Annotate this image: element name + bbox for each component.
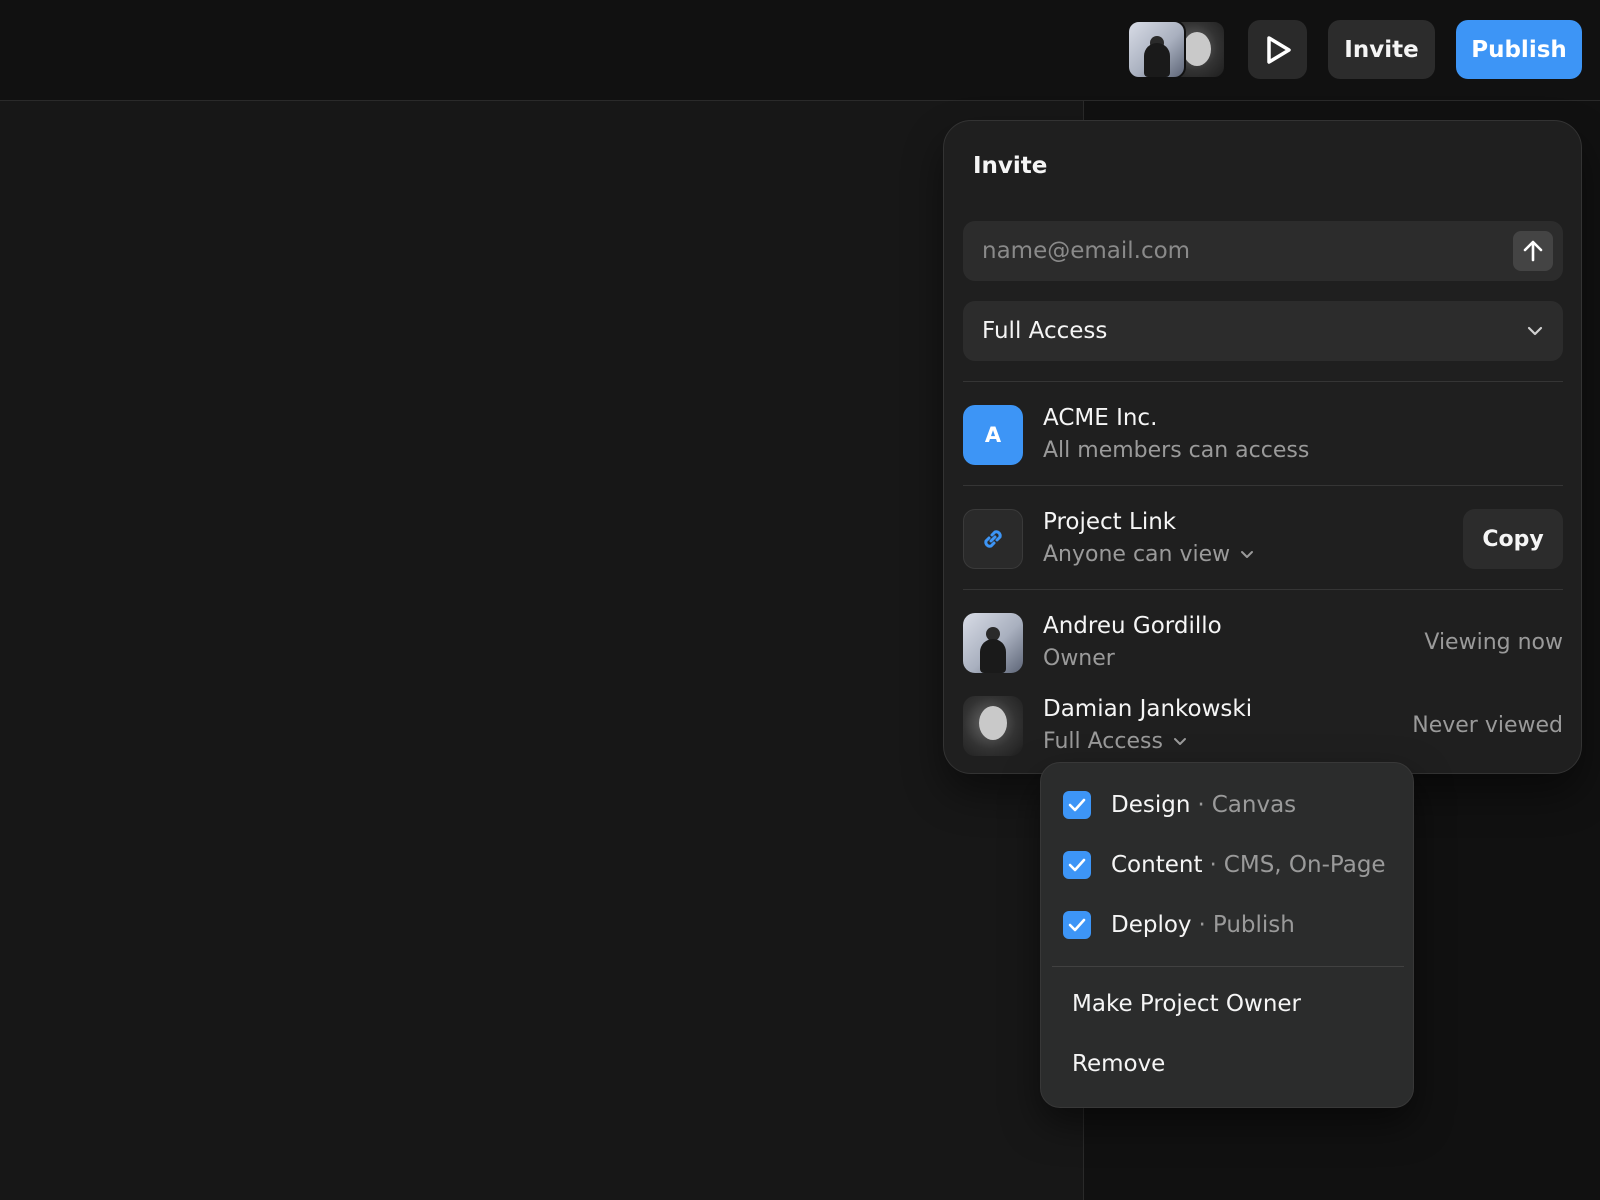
avatar-photo-figure bbox=[980, 639, 1006, 673]
option-separator: · bbox=[1209, 852, 1217, 878]
member-role-label: Owner bbox=[1043, 646, 1115, 671]
avatar[interactable] bbox=[1127, 20, 1186, 79]
avatar-photo-figure bbox=[1143, 43, 1170, 77]
member-status: Never viewed bbox=[1412, 713, 1563, 738]
option-detail: CMS, On-Page bbox=[1223, 852, 1386, 878]
project-link-row: Project Link Anyone can view Copy bbox=[963, 509, 1563, 569]
member-row: Andreu Gordillo Owner Viewing now bbox=[963, 613, 1563, 673]
divider bbox=[963, 485, 1563, 486]
member-name: Damian Jankowski bbox=[1043, 696, 1253, 722]
option-detail: Canvas bbox=[1211, 792, 1297, 818]
publish-button[interactable]: Publish bbox=[1456, 20, 1582, 79]
send-invite-button[interactable] bbox=[1513, 231, 1553, 271]
access-level-value: Full Access bbox=[982, 318, 1108, 344]
preview-button[interactable] bbox=[1248, 20, 1307, 79]
member-role-label: Full Access bbox=[1043, 729, 1163, 754]
organization-name: ACME Inc. bbox=[1043, 405, 1158, 431]
chevron-down-icon bbox=[1527, 326, 1543, 336]
option-label: Design bbox=[1111, 792, 1191, 818]
email-input[interactable] bbox=[982, 238, 1482, 264]
member-name: Andreu Gordillo bbox=[1043, 613, 1222, 639]
check-icon bbox=[1068, 858, 1086, 872]
member-status: Viewing now bbox=[1424, 630, 1563, 655]
email-field-container bbox=[963, 221, 1563, 281]
invite-popover: Invite Full Access A ACME Inc. All membe… bbox=[943, 120, 1582, 774]
menu-divider bbox=[1052, 966, 1404, 967]
check-icon bbox=[1068, 798, 1086, 812]
member-row: Damian Jankowski Full Access Never viewe… bbox=[963, 696, 1563, 756]
copy-link-button[interactable]: Copy bbox=[1463, 509, 1563, 569]
option-detail: Publish bbox=[1212, 912, 1295, 938]
organization-row: A ACME Inc. All members can access bbox=[963, 405, 1563, 465]
chevron-down-icon bbox=[1173, 737, 1186, 745]
project-link-title: Project Link bbox=[1043, 509, 1177, 535]
option-label: Deploy bbox=[1111, 912, 1192, 938]
permission-menu: Design · Canvas Content · CMS, On-Page D… bbox=[1040, 762, 1414, 1108]
organization-avatar: A bbox=[963, 405, 1023, 465]
option-label: Content bbox=[1111, 852, 1203, 878]
access-level-select[interactable]: Full Access bbox=[963, 301, 1563, 361]
avatar bbox=[963, 696, 1023, 756]
link-permission-value: Anyone can view bbox=[1043, 542, 1231, 567]
popover-title: Invite bbox=[973, 153, 1048, 179]
member-role: Owner bbox=[1043, 646, 1115, 671]
check-icon bbox=[1068, 918, 1086, 932]
member-permission-dropdown[interactable]: Full Access bbox=[1043, 729, 1187, 754]
project-link-icon-box bbox=[963, 509, 1023, 569]
checkbox[interactable] bbox=[1063, 911, 1091, 939]
option-separator: · bbox=[1197, 792, 1205, 818]
organization-subtitle: All members can access bbox=[1043, 438, 1310, 463]
arrow-up-icon bbox=[1523, 240, 1543, 262]
collaborator-avatars[interactable] bbox=[1127, 20, 1227, 79]
link-icon bbox=[984, 530, 1002, 548]
permission-option-design[interactable]: Design · Canvas bbox=[1063, 785, 1296, 825]
canvas[interactable] bbox=[0, 101, 1083, 1200]
top-toolbar: Invite Publish bbox=[0, 0, 1600, 101]
link-permission-dropdown[interactable]: Anyone can view bbox=[1043, 542, 1254, 567]
remove-menu-item[interactable]: Remove bbox=[1072, 1051, 1165, 1077]
play-icon bbox=[1266, 35, 1291, 64]
chevron-down-icon bbox=[1241, 550, 1254, 558]
avatar-photo-face bbox=[979, 706, 1007, 740]
divider bbox=[963, 381, 1563, 382]
invite-button[interactable]: Invite bbox=[1328, 20, 1435, 79]
checkbox[interactable] bbox=[1063, 851, 1091, 879]
make-owner-menu-item[interactable]: Make Project Owner bbox=[1072, 991, 1301, 1017]
avatar bbox=[963, 613, 1023, 673]
checkbox[interactable] bbox=[1063, 791, 1091, 819]
organization-access-text: All members can access bbox=[1043, 438, 1309, 463]
avatar-photo-face bbox=[1182, 32, 1211, 66]
divider bbox=[963, 589, 1563, 590]
permission-option-deploy[interactable]: Deploy · Publish bbox=[1063, 905, 1295, 945]
option-separator: · bbox=[1198, 912, 1206, 938]
permission-option-content[interactable]: Content · CMS, On-Page bbox=[1063, 845, 1386, 885]
